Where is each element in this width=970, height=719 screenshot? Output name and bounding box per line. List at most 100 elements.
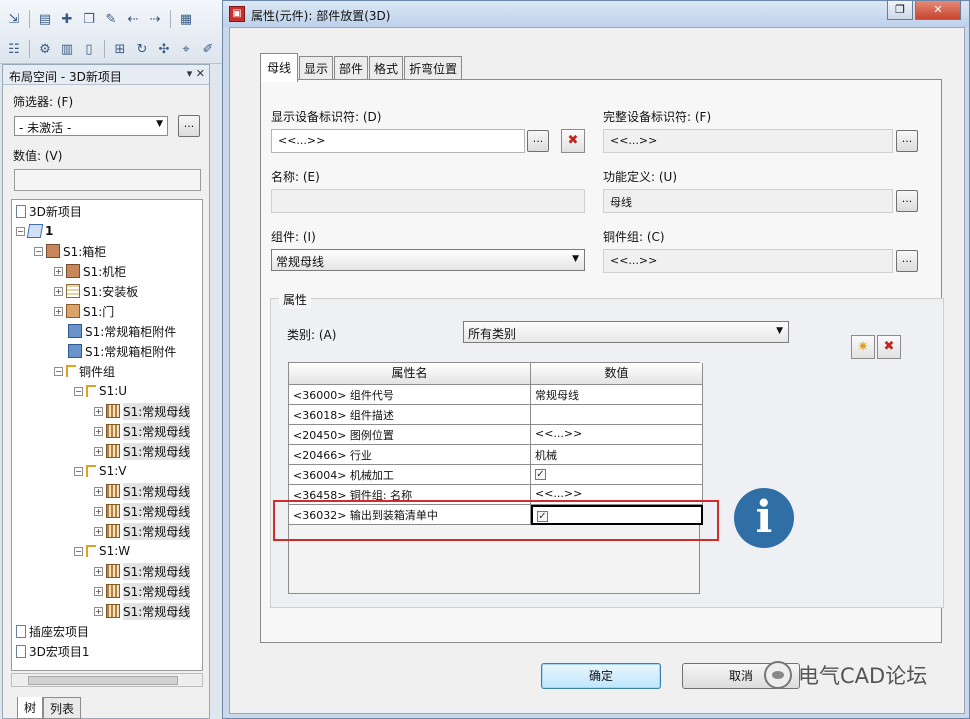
collapse-icon[interactable]: − [34,246,43,256]
tree-node[interactable]: + S1:常规母线 [94,402,191,420]
collapse-icon[interactable]: − [16,226,25,236]
place-component-icon[interactable]: ⚙ [35,39,55,59]
collapse-icon[interactable]: − [74,386,83,396]
table-row[interactable]: <20450> 图例位置 <<...>> [289,425,703,445]
property-value-cell[interactable]: ✓ [531,465,703,485]
ok-button[interactable]: 确定 [541,663,661,689]
insert-page-icon[interactable]: ▦ [176,9,196,29]
select-delete-icon[interactable]: ⇲ [4,9,24,29]
delete-property-icon[interactable]: ✖ [877,335,901,359]
copper-group-more-button[interactable]: ... [896,250,918,272]
page-back-icon[interactable]: ⇠ [123,9,143,29]
new-page-icon[interactable]: ▤ [35,9,55,29]
tree-node[interactable]: − 铜件组 [54,362,115,380]
expand-icon[interactable]: + [54,266,63,276]
expand-icon[interactable]: + [94,486,103,496]
tree-node[interactable]: − S1:U [74,382,127,400]
tree-node[interactable]: + S1:安装板 [54,282,138,300]
table-row[interactable]: <36004> 机械加工 ✓ [289,465,703,485]
tree-node[interactable]: −1 [16,222,53,240]
tree-node[interactable]: − S1:W [74,542,130,560]
properties-grid[interactable]: 属性名 数值 <36000> 组件代号 常规母线 <36018> 组件描述 <2… [288,362,703,594]
restore-button[interactable]: ❐ [887,1,913,20]
tab-list[interactable]: 列表 [43,697,82,719]
page-forward-icon[interactable]: ⇢ [145,9,165,29]
scrollbar-thumb[interactable] [28,676,178,685]
filter-icon[interactable]: ☷ [4,39,24,59]
close-button[interactable]: ✕ [915,1,961,20]
table-row[interactable]: <20466> 行业 机械 [289,445,703,465]
tree-horizontal-scrollbar[interactable] [11,673,203,687]
cabinet-view-icon[interactable]: ▥ [57,39,77,59]
expand-icon[interactable]: + [94,506,103,516]
new-item-icon[interactable]: ✚ [57,9,77,29]
tree-node[interactable]: + S1:常规母线 [94,522,191,540]
route-icon[interactable]: ⌖ [176,39,196,59]
edit-icon[interactable]: ✐ [198,39,218,59]
copy-page-icon[interactable]: ❐ [79,9,99,29]
expand-icon[interactable]: + [94,446,103,456]
property-value-cell[interactable]: 常规母线 [531,385,703,405]
table-row[interactable]: <36000> 组件代号 常规母线 [289,385,703,405]
dialog-title-bar[interactable]: ▣ 属性(元件): 部件放置(3D) ❐ ✕ [223,1,969,27]
header-value[interactable]: 数值 [531,363,703,385]
tree-node[interactable]: − S1:箱柜 [34,242,106,260]
tree-node[interactable]: + S1:机柜 [54,262,126,280]
filter-more-button[interactable]: ... [178,115,200,137]
collapse-icon[interactable]: − [74,546,83,556]
expand-icon[interactable]: + [94,566,103,576]
tree-node[interactable]: + S1:常规母线 [94,602,191,620]
tree-node[interactable]: S1:常规箱柜附件 [68,322,176,340]
project-tree[interactable]: 3D新项目 −1 − S1:箱柜 + S1:机柜 + S1:安装板 + S1:门 S1:… [11,199,203,671]
property-value-cell[interactable]: <<...>> [531,425,703,445]
expand-icon[interactable]: + [54,306,63,316]
copper-group-field[interactable]: <<...>> [603,249,893,273]
header-property-name[interactable]: 属性名 [289,363,531,385]
table-row[interactable]: <36018> 组件描述 [289,405,703,425]
tree-node[interactable]: + S1:门 [54,302,114,320]
checkbox[interactable]: ✓ [535,469,546,480]
expand-icon[interactable]: + [54,286,63,296]
device-icon[interactable]: ▯ [79,39,99,59]
full-id-more-button[interactable]: ... [896,130,918,152]
tree-node[interactable]: 插座宏项目 [16,622,89,640]
category-select[interactable]: 所有类别 ▼ [463,321,789,343]
display-id-more-button[interactable]: ... [527,130,549,152]
component-select[interactable]: 常规母线 ▼ [271,249,585,271]
expand-icon[interactable]: + [94,406,103,416]
full-id-field[interactable]: <<...>> [603,129,893,153]
tree-node[interactable]: + S1:常规母线 [94,562,191,580]
clear-icon[interactable]: ✖ [561,129,585,153]
page-properties-icon[interactable]: ✎ [101,9,121,29]
collapse-icon[interactable]: − [54,366,63,376]
panel-controls[interactable]: ▾ ✕ [187,67,205,80]
collapse-icon[interactable]: − [74,466,83,476]
function-field[interactable]: 母线 [603,189,893,213]
name-field[interactable] [271,189,585,213]
insert-icon[interactable]: ⊞ [110,39,130,59]
function-more-button[interactable]: ... [896,190,918,212]
tree-node[interactable]: 3D宏项目1 [16,642,90,660]
value-field[interactable] [14,169,201,191]
property-value-cell[interactable]: 机械 [531,445,703,465]
expand-icon[interactable]: + [94,586,103,596]
tree-node[interactable]: 3D新项目 [16,202,82,220]
property-value-cell[interactable] [531,405,703,425]
tree-node[interactable]: + S1:常规母线 [94,442,191,460]
tree-node[interactable]: + S1:常规母线 [94,482,191,500]
tree-node[interactable]: S1:常规箱柜附件 [68,342,176,360]
filter-select[interactable]: - 未激活 - ▼ [14,116,168,136]
tree-node[interactable]: − S1:V [74,462,127,480]
expand-icon[interactable]: + [94,606,103,616]
tab-busbar[interactable]: 母线 [260,53,299,82]
connect-icon[interactable]: ✣ [154,39,174,59]
refresh-icon[interactable]: ↻ [132,39,152,59]
tab-tree[interactable]: 树 [17,697,44,719]
display-id-field[interactable]: <<...>> [271,129,525,153]
new-property-icon[interactable]: ✷ [851,335,875,359]
tree-node[interactable]: + S1:常规母线 [94,502,191,520]
tree-node[interactable]: + S1:常规母线 [94,422,191,440]
expand-icon[interactable]: + [94,526,103,536]
tree-node[interactable]: + S1:常规母线 [94,582,191,600]
expand-icon[interactable]: + [94,426,103,436]
